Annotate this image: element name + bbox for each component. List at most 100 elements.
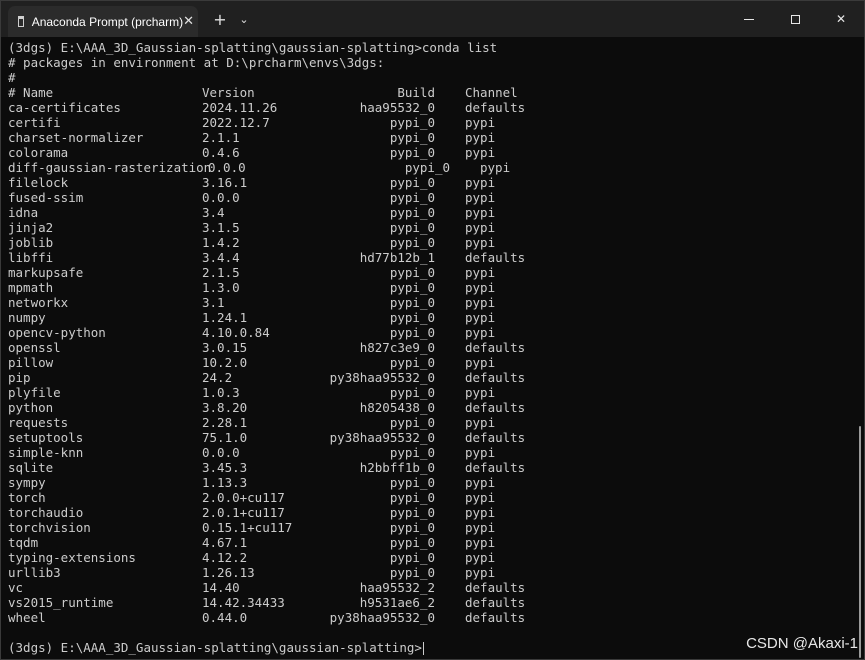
package-version: 2.0.0+cu117: [202, 490, 285, 505]
package-name: torchaudio: [8, 505, 84, 520]
package-version: 2.0.1+cu117: [202, 505, 285, 520]
package-name: libffi: [8, 250, 54, 265]
package-name: idna: [8, 205, 39, 220]
package-row: python 3.8.20 h8205438_0 defaults: [8, 400, 859, 415]
package-version: 1.13.3: [202, 475, 248, 490]
package-version: 3.1: [202, 295, 225, 310]
package-name: pip: [8, 370, 31, 385]
package-row: libffi 3.4.4 hd77b12b_1 defaults: [8, 250, 859, 265]
header-name: # Name: [8, 85, 54, 100]
package-channel: pypi: [465, 310, 496, 325]
package-build: pypi_0: [389, 190, 435, 205]
package-row: torchaudio 2.0.1+cu117 pypi_0 pypi: [8, 505, 859, 520]
package-row: vs2015_runtime 14.42.34433 h9531ae6_2 defau…: [8, 595, 859, 610]
package-channel: pypi: [465, 505, 496, 520]
tab-close-icon[interactable]: ✕: [183, 14, 194, 29]
package-build: pypi_0: [389, 295, 435, 310]
package-version: 3.45.3: [202, 460, 248, 475]
header-row: # Name Version Build Channel: [8, 85, 859, 100]
hash-comment: #: [8, 70, 16, 85]
package-version: 3.8.20: [202, 400, 248, 415]
package-version: 4.10.0.84: [202, 325, 270, 340]
package-build: pypi_0: [389, 475, 435, 490]
package-row: requests 2.28.1 pypi_0 pypi: [8, 415, 859, 430]
package-channel: pypi: [465, 535, 496, 550]
package-channel: defaults: [465, 430, 526, 445]
minimize-button[interactable]: [726, 1, 772, 37]
maximize-button[interactable]: [772, 1, 818, 37]
terminal-tab[interactable]: Anaconda Prompt (prcharm) ✕: [8, 6, 198, 37]
package-channel: defaults: [465, 250, 526, 265]
package-row: charset-normalizer 2.1.1 pypi_0 pypi: [8, 130, 859, 145]
package-name: simple-knn: [8, 445, 84, 460]
package-row: sqlite 3.45.3 h2bbff1b_0 defaults: [8, 460, 859, 475]
scrollbar[interactable]: [859, 426, 861, 658]
package-channel: pypi: [465, 520, 496, 535]
header-channel: Channel: [465, 85, 518, 100]
package-row: markupsafe 2.1.5 pypi_0 pypi: [8, 265, 859, 280]
package-row: tqdm 4.67.1 pypi_0 pypi: [8, 535, 859, 550]
package-name: numpy: [8, 310, 46, 325]
package-row: torchvision 0.15.1+cu117 pypi_0 pypi: [8, 520, 859, 535]
package-name: markupsafe: [8, 265, 84, 280]
package-build: pypi_0: [389, 355, 435, 370]
package-version: 10.2.0: [202, 355, 248, 370]
package-name: requests: [8, 415, 69, 430]
header-build: Build: [397, 85, 435, 100]
package-name: setuptools: [8, 430, 84, 445]
package-name: diff-gaussian-rasterization: [8, 160, 212, 175]
package-name: joblib: [8, 235, 54, 250]
package-name: jinja2: [8, 220, 54, 235]
package-name: vc: [8, 580, 24, 595]
package-channel: defaults: [465, 460, 526, 475]
package-channel: pypi: [465, 130, 496, 145]
package-version: 0.4.6: [202, 145, 240, 160]
new-tab-icon[interactable]: +: [210, 6, 230, 37]
package-name: openssl: [8, 340, 61, 355]
chevron-down-icon[interactable]: ⌄: [236, 6, 252, 37]
package-channel: pypi: [465, 295, 496, 310]
package-build: pypi_0: [404, 160, 450, 175]
package-row: simple-knn 0.0.0 pypi_0 pypi: [8, 445, 859, 460]
package-channel: pypi: [465, 475, 496, 490]
package-channel: pypi: [465, 220, 496, 235]
package-name: typing-extensions: [8, 550, 136, 565]
package-build: pypi_0: [389, 445, 435, 460]
package-version: 2.1.1: [202, 130, 240, 145]
package-name: torchvision: [8, 520, 91, 535]
terminal-output[interactable]: (3dgs) E:\AAA_3D_Gaussian-splatting\gaus…: [1, 37, 859, 659]
package-build: pypi_0: [389, 325, 435, 340]
package-name: sympy: [8, 475, 46, 490]
header-version: Version: [202, 85, 255, 100]
package-channel: defaults: [465, 400, 526, 415]
package-build: haa95532_2: [359, 580, 435, 595]
package-version: 4.67.1: [202, 535, 248, 550]
package-version: 14.40: [202, 580, 240, 595]
package-build: pypi_0: [389, 115, 435, 130]
package-name: sqlite: [8, 460, 54, 475]
package-name: networkx: [8, 295, 69, 310]
package-version: 1.0.3: [202, 385, 240, 400]
package-version: 0.44.0: [202, 610, 248, 625]
package-name: wheel: [8, 610, 46, 625]
close-button[interactable]: ✕: [818, 1, 864, 37]
package-version: 24.2: [202, 370, 233, 385]
package-version: 0.0.0: [208, 160, 246, 175]
package-build: pypi_0: [389, 385, 435, 400]
package-build: pypi_0: [389, 130, 435, 145]
package-build: pypi_0: [389, 535, 435, 550]
package-version: 2.28.1: [202, 415, 248, 430]
package-version: 2022.12.7: [202, 115, 270, 130]
package-name: fused-ssim: [8, 190, 84, 205]
package-channel: pypi: [465, 415, 496, 430]
package-row: urllib3 1.26.13 pypi_0 pypi: [8, 565, 859, 580]
package-name: filelock: [8, 175, 69, 190]
package-channel: pypi: [465, 385, 496, 400]
package-build: pypi_0: [389, 505, 435, 520]
package-build: pypi_0: [389, 310, 435, 325]
package-row: certifi 2022.12.7 pypi_0 pypi: [8, 115, 859, 130]
package-channel: pypi: [465, 280, 496, 295]
package-build: pypi_0: [389, 280, 435, 295]
package-build: pypi_0: [389, 415, 435, 430]
